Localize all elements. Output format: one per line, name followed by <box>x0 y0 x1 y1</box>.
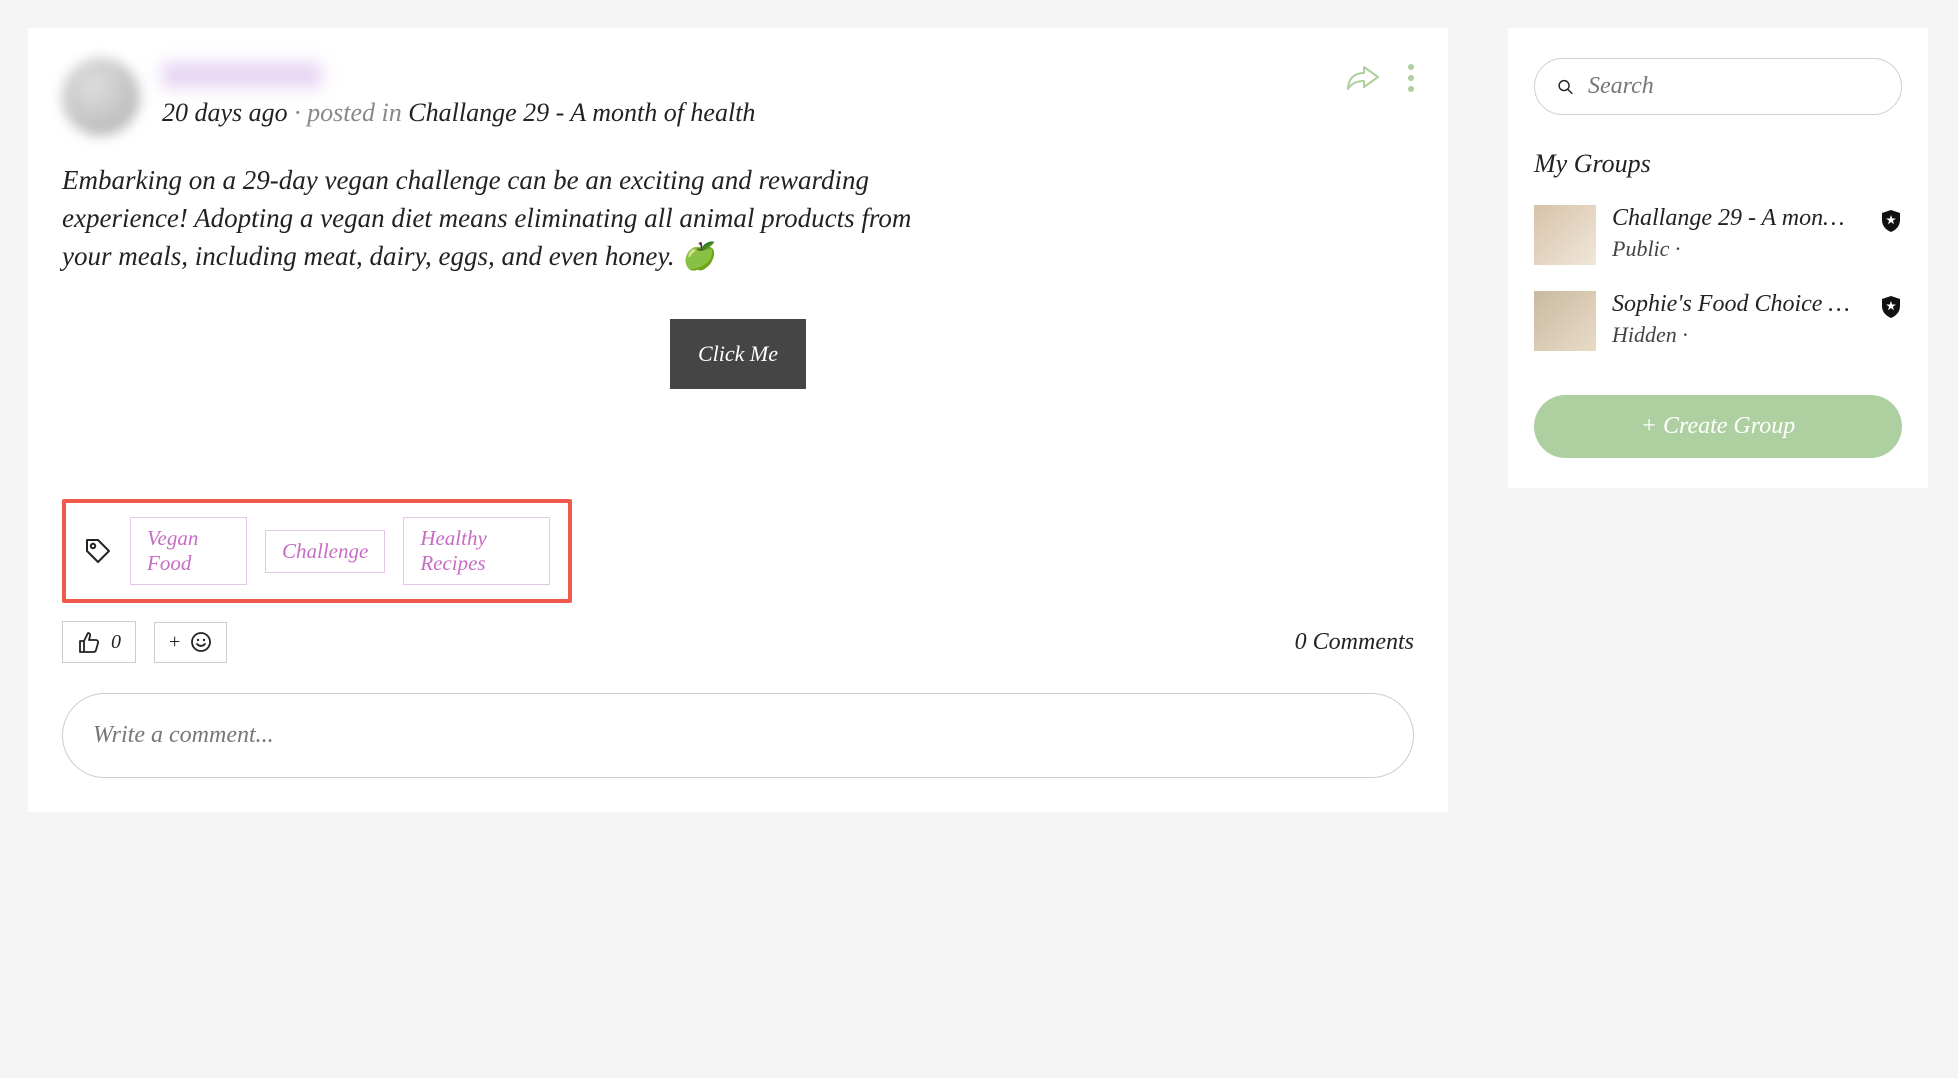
author-name-redacted <box>162 62 322 88</box>
tag-chip[interactable]: Challenge <box>265 530 385 573</box>
group-name: Challange 29 - A mon… <box>1612 205 1864 232</box>
post-header-text: 20 days ago · posted in Challange 29 - A… <box>162 58 1324 128</box>
post-time: 20 days ago <box>162 98 288 127</box>
comment-input[interactable] <box>62 693 1414 778</box>
posted-in-label: posted in <box>307 98 402 127</box>
post-group-name: Challange 29 - A month of health <box>408 98 755 127</box>
my-groups-heading: My Groups <box>1534 149 1902 179</box>
group-item[interactable]: Challange 29 - A mon… Public · <box>1534 205 1902 265</box>
group-name: Sophie's Food Choice … <box>1612 291 1864 318</box>
meta-separator: · <box>294 98 307 127</box>
search-icon <box>1557 75 1574 99</box>
avatar[interactable] <box>62 58 140 136</box>
search-box[interactable] <box>1534 58 1902 115</box>
plus-icon: + <box>169 631 180 654</box>
group-thumbnail <box>1534 205 1596 265</box>
tag-icon <box>84 537 112 565</box>
sidebar: My Groups Challange 29 - A mon… Public ·… <box>1508 28 1928 488</box>
like-count: 0 <box>111 631 121 654</box>
tag-chip[interactable]: Healthy Recipes <box>403 517 550 585</box>
reactions-row: 0 + 0 Comments <box>62 621 1414 663</box>
create-group-button[interactable]: + Create Group <box>1534 395 1902 458</box>
post-header: 20 days ago · posted in Challange 29 - A… <box>62 58 1414 136</box>
group-text: Challange 29 - A mon… Public · <box>1612 205 1864 262</box>
post-meta-line: 20 days ago · posted in Challange 29 - A… <box>162 98 1324 128</box>
post-header-actions <box>1346 58 1414 92</box>
smile-icon <box>190 631 212 653</box>
group-visibility: Hidden · <box>1612 322 1864 348</box>
tags-container-highlighted: Vegan Food Challenge Healthy Recipes <box>62 499 572 603</box>
share-icon[interactable] <box>1346 65 1380 91</box>
shield-badge-icon <box>1880 295 1902 324</box>
group-item[interactable]: Sophie's Food Choice … Hidden · <box>1534 291 1902 351</box>
search-input[interactable] <box>1588 73 1879 100</box>
shield-badge-icon <box>1880 209 1902 238</box>
like-button[interactable]: 0 <box>62 621 136 663</box>
more-options-icon[interactable] <box>1408 64 1414 92</box>
post-card: 20 days ago · posted in Challange 29 - A… <box>28 28 1448 812</box>
tag-chip[interactable]: Vegan Food <box>130 517 247 585</box>
thumbs-up-icon <box>77 630 101 654</box>
add-reaction-button[interactable]: + <box>154 622 227 663</box>
post-body-text: Embarking on a 29-day vegan challenge ca… <box>62 162 932 275</box>
group-thumbnail <box>1534 291 1596 351</box>
post-group-link[interactable]: Challange 29 - A month of health <box>408 98 755 127</box>
group-text: Sophie's Food Choice … Hidden · <box>1612 291 1864 348</box>
click-me-button[interactable]: Click Me <box>670 319 806 389</box>
comments-count[interactable]: 0 Comments <box>1295 629 1414 656</box>
group-visibility: Public · <box>1612 236 1864 262</box>
